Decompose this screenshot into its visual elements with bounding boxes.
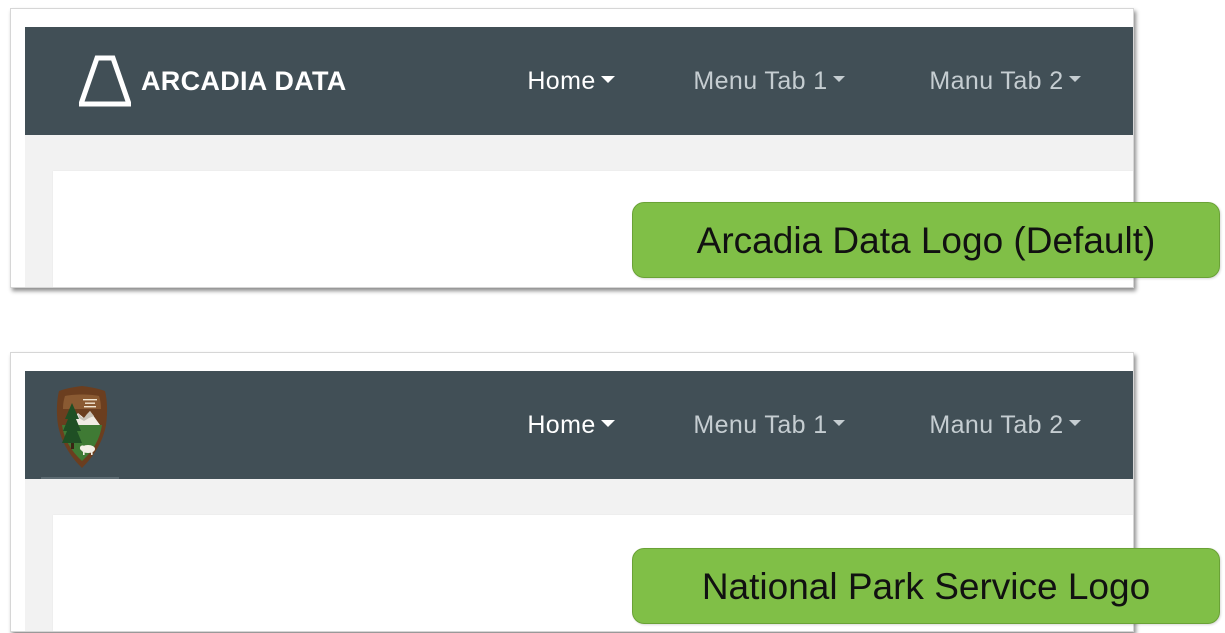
top-navbar: Home Menu Tab 1 Manu Tab 2	[25, 371, 1133, 484]
caret-down-icon	[1068, 76, 1081, 82]
nav-tabs: Home Menu Tab 1 Manu Tab 2	[491, 371, 1123, 484]
callout-custom-logo: National Park Service Logo	[632, 548, 1220, 624]
brand-name: ARCADIA DATA	[141, 65, 347, 96]
tab-home-label: Home	[527, 66, 596, 95]
tab-manu-tab-2[interactable]: Manu Tab 2	[887, 27, 1123, 135]
caret-down-icon	[832, 420, 845, 426]
tab-home[interactable]: Home	[491, 27, 651, 140]
tab-menu-tab-1-label: Menu Tab 1	[693, 410, 828, 439]
caret-down-icon	[1068, 420, 1081, 426]
tab-home[interactable]: Home	[491, 371, 651, 484]
tab-home-label: Home	[527, 410, 596, 439]
tab-menu-tab-1[interactable]: Menu Tab 1	[651, 27, 887, 135]
tab-manu-tab-2[interactable]: Manu Tab 2	[887, 371, 1123, 479]
tab-menu-tab-1[interactable]: Menu Tab 1	[651, 371, 887, 479]
caret-down-icon	[600, 419, 615, 427]
callout-default-logo: Arcadia Data Logo (Default)	[632, 202, 1220, 278]
arcadia-logo-icon	[79, 55, 131, 107]
tab-menu-tab-1-label: Menu Tab 1	[693, 66, 828, 95]
caret-down-icon	[600, 75, 615, 83]
top-navbar: ARCADIA DATA Home Menu Tab 1 Manu Tab 2	[25, 27, 1133, 140]
caret-down-icon	[832, 76, 845, 82]
brand-logo[interactable]: ARCADIA DATA	[79, 55, 347, 107]
national-park-service-logo-icon[interactable]	[53, 385, 111, 469]
tab-manu-tab-2-label: Manu Tab 2	[929, 66, 1064, 95]
tab-manu-tab-2-label: Manu Tab 2	[929, 410, 1064, 439]
nav-tabs: Home Menu Tab 1 Manu Tab 2	[491, 27, 1123, 140]
